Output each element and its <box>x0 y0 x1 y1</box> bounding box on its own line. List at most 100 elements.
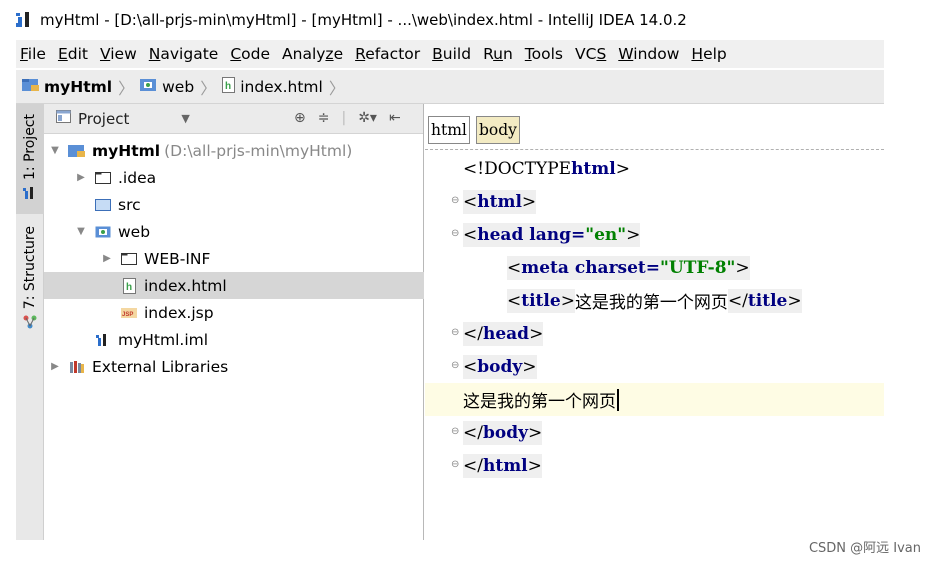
tab-project-label: 1: Project <box>22 114 38 180</box>
fold-close-icon[interactable]: ⊖ <box>451 459 461 470</box>
tree-item-external-libraries-label: External Libraries <box>92 357 229 376</box>
collapsed-arrow-icon[interactable]: ▶ <box>48 361 62 372</box>
svg-text:JSP: JSP <box>122 312 133 318</box>
collapse-all-icon[interactable]: ≑ <box>318 110 330 126</box>
project-panel: Project ▼ ⊕ ≑ | ✲▾ ⇤ ▼ myHtml (D:\all-pr… <box>44 104 424 540</box>
module-folder-icon <box>68 143 86 159</box>
code-line-10[interactable]: </html> <box>463 449 542 482</box>
breadcrumb-file[interactable]: h index.html <box>222 76 323 97</box>
tree-item-iml[interactable]: myHtml.iml <box>44 326 424 353</box>
code-line-3[interactable]: <head lang="en"> <box>463 218 641 251</box>
tab-project[interactable]: 1: Project <box>16 104 44 214</box>
breadcrumb-file-label: index.html <box>240 77 323 96</box>
project-view-selector[interactable]: Project <box>78 110 129 128</box>
fold-close-icon[interactable]: ⊖ <box>451 426 461 437</box>
code-line-9[interactable]: </body> <box>463 416 543 449</box>
menu-item-view[interactable]: View <box>94 45 143 63</box>
hide-panel-icon[interactable]: ⇤ <box>389 110 401 126</box>
fold-open-icon[interactable]: ⊖ <box>451 360 461 371</box>
breadcrumb: myHtml 〉 web 〉 h index.html 〉 <box>16 70 884 104</box>
code-line-2[interactable]: <html> <box>463 185 537 218</box>
expanded-arrow-icon[interactable]: ▼ <box>74 226 88 237</box>
menu-item-code[interactable]: Code <box>224 45 276 63</box>
menu-item-refactor[interactable]: Refactor <box>349 45 426 63</box>
tree-item-index-html[interactable]: h index.html <box>44 272 424 299</box>
folder-icon <box>120 251 138 267</box>
expanded-arrow-icon[interactable]: ▼ <box>48 145 62 156</box>
project-tool-icon <box>23 186 37 204</box>
watermark: CSDN @阿远 Ivan <box>808 541 921 556</box>
tab-structure-label: 7: Structure <box>22 226 38 310</box>
tree-item-web-inf-label: WEB-INF <box>144 249 211 268</box>
tool-window-strip: 1: Project 7: Structure <box>16 104 44 540</box>
chevron-right-icon: 〉 <box>200 78 217 98</box>
chevron-right-icon: 〉 <box>328 78 345 98</box>
breadcrumb-web-label: web <box>162 77 195 96</box>
code-line-1[interactable]: <!DOCTYPE html > <box>463 152 630 185</box>
dropdown-arrow-icon[interactable]: ▼ <box>181 112 189 125</box>
svg-text:h: h <box>126 282 132 293</box>
html-file-icon: h <box>222 76 236 97</box>
tag-path-bar: html body <box>425 104 884 150</box>
menu-item-run[interactable]: Run <box>477 45 519 63</box>
collapsed-arrow-icon[interactable]: ▶ <box>100 253 114 264</box>
title-bar: myHtml - [D:\all-prjs-min\myHtml] - [myH… <box>0 0 935 40</box>
svg-text:h: h <box>225 81 231 92</box>
tab-structure[interactable]: 7: Structure <box>16 226 44 336</box>
library-icon <box>68 359 86 375</box>
jsp-file-icon: JSP <box>120 305 138 321</box>
code-line-6[interactable]: </head> <box>463 317 544 350</box>
breadcrumb-project[interactable]: myHtml <box>22 78 112 96</box>
tree-item-iml-label: myHtml.iml <box>118 330 209 349</box>
fold-open-icon[interactable]: ⊖ <box>451 195 461 206</box>
menu-item-build[interactable]: Build <box>426 45 477 63</box>
tree-item-src-label: src <box>118 195 141 214</box>
menu-item-analyze[interactable]: Analyze <box>276 45 349 63</box>
menu-item-help[interactable]: Help <box>685 45 732 63</box>
code-line-8-current[interactable]: 这是我的第一个网页 <box>425 383 884 416</box>
code-editor[interactable]: html body <!DOCTYPE html > ⊖ <html> ⊖ <he… <box>425 104 884 540</box>
tree-item-web-inf[interactable]: ▶ WEB-INF <box>44 245 424 272</box>
menu-item-window[interactable]: Window <box>612 45 685 63</box>
html-file-icon: h <box>120 277 138 294</box>
code-line-5[interactable]: <title> 这是我的第一个网页 </title> <box>507 284 802 317</box>
module-folder-icon <box>22 78 40 96</box>
breadcrumb-project-label: myHtml <box>44 77 113 96</box>
menu-bar: File Edit View Navigate Code Analyze Refactor B… <box>16 40 884 68</box>
tree-item-web[interactable]: ▼ web <box>44 218 424 245</box>
fold-open-icon[interactable]: ⊖ <box>451 228 461 239</box>
iml-file-icon <box>94 332 112 348</box>
menu-item-navigate[interactable]: Navigate <box>143 45 225 63</box>
tree-item-external-libraries[interactable]: ▶ External Libraries <box>44 353 424 380</box>
code-line-4[interactable]: <meta charset="UTF-8"> <box>507 251 750 284</box>
project-view-icon <box>56 109 72 128</box>
menu-item-file[interactable]: File <box>16 45 52 63</box>
tree-item-root[interactable]: ▼ myHtml (D:\all-prjs-min\myHtml) <box>44 137 424 164</box>
sync-icon[interactable]: ⊕ <box>294 110 306 126</box>
tree-item-web-label: web <box>118 222 151 241</box>
gear-icon[interactable]: ✲▾ <box>358 110 377 126</box>
tag-path-body[interactable]: body <box>476 116 520 144</box>
code-line-7[interactable]: <body> <box>463 350 537 383</box>
tree-item-idea-label: .idea <box>118 168 157 187</box>
web-folder-icon <box>94 224 112 240</box>
tree-item-index-jsp[interactable]: JSP index.jsp <box>44 299 424 326</box>
menu-item-edit[interactable]: Edit <box>52 45 94 63</box>
tree-item-root-label: myHtml <box>92 141 161 160</box>
source-folder-icon <box>94 197 112 213</box>
project-panel-header: Project ▼ ⊕ ≑ | ✲▾ ⇤ <box>44 104 423 134</box>
breadcrumb-web[interactable]: web <box>140 78 194 96</box>
folder-icon <box>94 170 112 186</box>
tree-item-index-html-label: index.html <box>144 276 227 295</box>
structure-tool-icon <box>23 315 37 333</box>
fold-close-icon[interactable]: ⊖ <box>451 327 461 338</box>
tree-item-src[interactable]: src <box>44 191 424 218</box>
collapsed-arrow-icon[interactable]: ▶ <box>74 172 88 183</box>
menu-item-vcs[interactable]: VCS <box>569 45 612 63</box>
tag-path-html[interactable]: html <box>428 116 470 144</box>
menu-item-tools[interactable]: Tools <box>519 45 569 63</box>
web-folder-icon <box>140 78 158 96</box>
tree-item-idea[interactable]: ▶ .idea <box>44 164 424 191</box>
tree-item-root-path: (D:\all-prjs-min\myHtml) <box>164 141 353 160</box>
chevron-right-icon: 〉 <box>118 78 135 98</box>
